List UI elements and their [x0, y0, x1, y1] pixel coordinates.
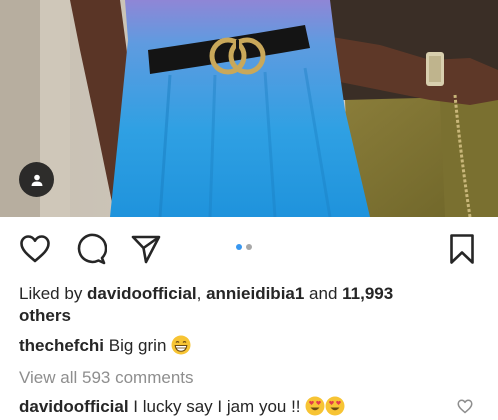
carousel-indicator: [236, 244, 252, 250]
liked-by-prefix: Liked by: [19, 284, 88, 303]
comment-text: I lucky say I jam you !!: [128, 397, 306, 416]
comment-button[interactable]: [73, 231, 109, 267]
bookmark-icon: [450, 234, 474, 264]
post-image[interactable]: [0, 0, 498, 217]
user-tag-button[interactable]: [19, 162, 54, 197]
heart-icon: [457, 399, 473, 414]
liked-user-link[interactable]: davidoofficial: [87, 284, 197, 303]
save-button[interactable]: [444, 231, 480, 267]
action-bar: [0, 217, 498, 277]
comment-username[interactable]: davidoofficial: [19, 397, 129, 416]
post-photo: [0, 0, 498, 217]
caption-text: Big grin: [104, 336, 172, 355]
liked-separator: ,: [196, 284, 207, 303]
comment: davidoofficial I lucky say I jam you !!: [19, 396, 345, 418]
comment-like-button[interactable]: [457, 399, 473, 419]
heart-icon: [20, 235, 50, 263]
likes-others[interactable]: others: [19, 305, 71, 327]
likes-summary[interactable]: Liked by davidoofficial, annieidibia1 an…: [19, 283, 393, 305]
liked-user-link[interactable]: annieidibia1: [206, 284, 304, 303]
user-tag-icon: [31, 174, 42, 186]
caption-username[interactable]: thechefchi: [19, 336, 104, 355]
like-button[interactable]: [17, 231, 53, 267]
view-all-comments-link[interactable]: View all 593 comments: [19, 367, 194, 389]
likes-count[interactable]: 11,993: [342, 284, 393, 303]
liked-and: and: [304, 284, 343, 303]
carousel-dot: [246, 244, 252, 250]
paper-plane-icon: [131, 235, 161, 264]
comment-icon: [77, 233, 107, 265]
share-button[interactable]: [128, 231, 164, 267]
heart-eyes-emoji-icon: [325, 396, 345, 416]
heart-eyes-emoji-icon: [305, 396, 325, 416]
grin-emoji-icon: [171, 335, 191, 355]
carousel-dot-active: [236, 244, 242, 250]
caption: thechefchi Big grin: [19, 335, 191, 357]
